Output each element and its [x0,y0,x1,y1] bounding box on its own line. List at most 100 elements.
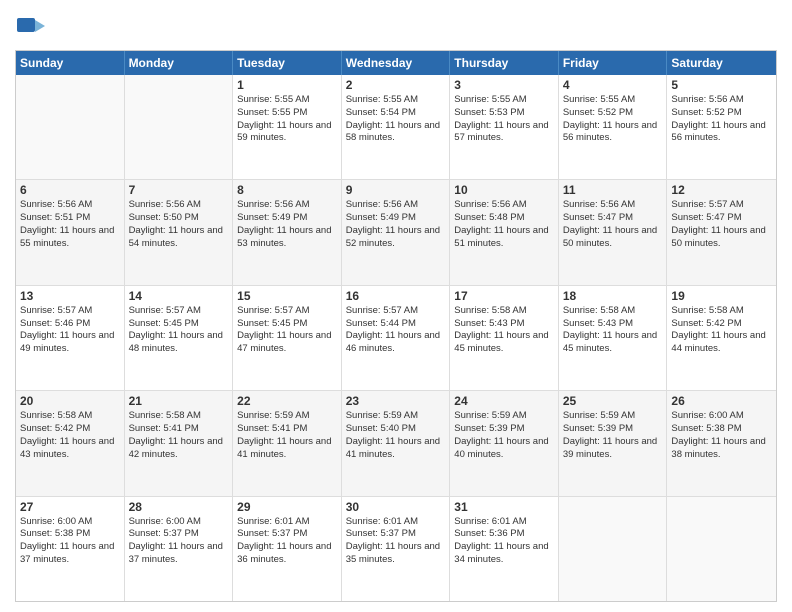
day-number: 21 [129,394,229,408]
weekday-header: Friday [559,51,668,75]
calendar-cell: 15 Sunrise: 5:57 AM Sunset: 5:45 PM Dayli… [233,286,342,390]
calendar-cell: 16 Sunrise: 5:57 AM Sunset: 5:44 PM Dayli… [342,286,451,390]
calendar-cell [667,497,776,601]
day-number: 6 [20,183,120,197]
cell-info: Sunrise: 5:56 AM Sunset: 5:47 PM Dayligh… [563,199,663,250]
cell-info: Sunrise: 5:56 AM Sunset: 5:48 PM Dayligh… [454,199,554,250]
calendar-cell: 23 Sunrise: 5:59 AM Sunset: 5:40 PM Dayli… [342,391,451,495]
calendar: SundayMondayTuesdayWednesdayThursdayFrid… [15,50,777,602]
day-number: 12 [671,183,772,197]
calendar-cell: 21Sunrise: 5:58 AM Sunset: 5:41 PM Dayli… [125,391,234,495]
cell-info: Sunrise: 5:57 AM Sunset: 5:47 PM Dayligh… [671,199,772,250]
calendar-cell: 2Sunrise: 5:55 AM Sunset: 5:54 PM Daylig… [342,75,451,179]
calendar-row: 27 Sunrise: 6:00 AM Sunset: 5:38 PM Dayli… [16,497,776,601]
day-number: 7 [129,183,229,197]
day-number: 9 [346,183,446,197]
cell-info: Sunrise: 6:00 AM Sunset: 5:37 PM Dayligh… [129,516,229,567]
cell-info: Sunrise: 5:59 AM Sunset: 5:39 PM Dayligh… [454,410,554,461]
calendar-cell: 22 Sunrise: 5:59 AM Sunset: 5:41 PM Dayli… [233,391,342,495]
cell-info: Sunrise: 5:56 AM Sunset: 5:51 PM Dayligh… [20,199,120,250]
cell-info: Sunrise: 5:55 AM Sunset: 5:52 PM Dayligh… [563,94,663,145]
weekday-header: Saturday [667,51,776,75]
day-number: 10 [454,183,554,197]
weekday-header: Tuesday [233,51,342,75]
day-number: 27 [20,500,120,514]
day-number: 8 [237,183,337,197]
calendar-cell: 6 Sunrise: 5:56 AM Sunset: 5:51 PM Daylig… [16,180,125,284]
calendar-cell: 4 Sunrise: 5:55 AM Sunset: 5:52 PM Daylig… [559,75,668,179]
cell-info: Sunrise: 5:57 AM Sunset: 5:45 PM Dayligh… [237,305,337,356]
calendar-cell: 29Sunrise: 6:01 AM Sunset: 5:37 PM Dayli… [233,497,342,601]
calendar-cell: 1Sunrise: 5:55 AM Sunset: 5:55 PM Daylig… [233,75,342,179]
weekday-header: Sunday [16,51,125,75]
calendar-row: 1Sunrise: 5:55 AM Sunset: 5:55 PM Daylig… [16,75,776,180]
calendar-cell: 8 Sunrise: 5:56 AM Sunset: 5:49 PM Daylig… [233,180,342,284]
cell-info: Sunrise: 5:55 AM Sunset: 5:53 PM Dayligh… [454,94,554,145]
day-number: 28 [129,500,229,514]
calendar-cell: 26 Sunrise: 6:00 AM Sunset: 5:38 PM Dayli… [667,391,776,495]
day-number: 19 [671,289,772,303]
cell-info: Sunrise: 5:55 AM Sunset: 5:54 PM Dayligh… [346,94,446,145]
cell-info: Sunrise: 5:58 AM Sunset: 5:42 PM Dayligh… [671,305,772,356]
calendar-row: 13 Sunrise: 5:57 AM Sunset: 5:46 PM Dayli… [16,286,776,391]
day-number: 5 [671,78,772,92]
logo [15,10,49,42]
day-number: 18 [563,289,663,303]
header [15,10,777,42]
cell-info: Sunrise: 5:59 AM Sunset: 5:41 PM Dayligh… [237,410,337,461]
day-number: 11 [563,183,663,197]
calendar-cell: 14Sunrise: 5:57 AM Sunset: 5:45 PM Dayli… [125,286,234,390]
day-number: 29 [237,500,337,514]
calendar-cell [559,497,668,601]
cell-info: Sunrise: 5:58 AM Sunset: 5:43 PM Dayligh… [454,305,554,356]
cell-info: Sunrise: 6:01 AM Sunset: 5:37 PM Dayligh… [346,516,446,567]
page: SundayMondayTuesdayWednesdayThursdayFrid… [0,0,792,612]
calendar-cell: 17 Sunrise: 5:58 AM Sunset: 5:43 PM Dayli… [450,286,559,390]
day-number: 15 [237,289,337,303]
day-number: 20 [20,394,120,408]
day-number: 16 [346,289,446,303]
calendar-cell: 27 Sunrise: 6:00 AM Sunset: 5:38 PM Dayli… [16,497,125,601]
day-number: 22 [237,394,337,408]
cell-info: Sunrise: 5:56 AM Sunset: 5:49 PM Dayligh… [346,199,446,250]
calendar-cell: 19 Sunrise: 5:58 AM Sunset: 5:42 PM Dayli… [667,286,776,390]
cell-info: Sunrise: 5:57 AM Sunset: 5:46 PM Dayligh… [20,305,120,356]
cell-info: Sunrise: 5:58 AM Sunset: 5:43 PM Dayligh… [563,305,663,356]
cell-info: Sunrise: 5:58 AM Sunset: 5:42 PM Dayligh… [20,410,120,461]
calendar-header: SundayMondayTuesdayWednesdayThursdayFrid… [16,51,776,75]
calendar-body: 1Sunrise: 5:55 AM Sunset: 5:55 PM Daylig… [16,75,776,601]
cell-info: Sunrise: 6:00 AM Sunset: 5:38 PM Dayligh… [20,516,120,567]
calendar-cell: 12 Sunrise: 5:57 AM Sunset: 5:47 PM Dayli… [667,180,776,284]
cell-info: Sunrise: 5:57 AM Sunset: 5:44 PM Dayligh… [346,305,446,356]
day-number: 30 [346,500,446,514]
calendar-cell: 13 Sunrise: 5:57 AM Sunset: 5:46 PM Dayli… [16,286,125,390]
calendar-cell: 28 Sunrise: 6:00 AM Sunset: 5:37 PM Dayli… [125,497,234,601]
calendar-cell [125,75,234,179]
weekday-header: Thursday [450,51,559,75]
calendar-cell [16,75,125,179]
day-number: 26 [671,394,772,408]
calendar-cell: 31 Sunrise: 6:01 AM Sunset: 5:36 PM Dayli… [450,497,559,601]
calendar-cell: 18 Sunrise: 5:58 AM Sunset: 5:43 PM Dayli… [559,286,668,390]
calendar-row: 6 Sunrise: 5:56 AM Sunset: 5:51 PM Daylig… [16,180,776,285]
cell-info: Sunrise: 5:56 AM Sunset: 5:49 PM Dayligh… [237,199,337,250]
day-number: 13 [20,289,120,303]
calendar-cell: 20 Sunrise: 5:58 AM Sunset: 5:42 PM Dayli… [16,391,125,495]
cell-info: Sunrise: 5:57 AM Sunset: 5:45 PM Dayligh… [129,305,229,356]
cell-info: Sunrise: 5:56 AM Sunset: 5:50 PM Dayligh… [129,199,229,250]
cell-info: Sunrise: 6:00 AM Sunset: 5:38 PM Dayligh… [671,410,772,461]
cell-info: Sunrise: 5:59 AM Sunset: 5:40 PM Dayligh… [346,410,446,461]
cell-info: Sunrise: 5:59 AM Sunset: 5:39 PM Dayligh… [563,410,663,461]
cell-info: Sunrise: 6:01 AM Sunset: 5:36 PM Dayligh… [454,516,554,567]
calendar-cell: 24Sunrise: 5:59 AM Sunset: 5:39 PM Dayli… [450,391,559,495]
day-number: 3 [454,78,554,92]
logo-icon [15,10,47,42]
day-number: 31 [454,500,554,514]
day-number: 17 [454,289,554,303]
day-number: 4 [563,78,663,92]
day-number: 23 [346,394,446,408]
calendar-cell: 25Sunrise: 5:59 AM Sunset: 5:39 PM Dayli… [559,391,668,495]
calendar-cell: 5Sunrise: 5:56 AM Sunset: 5:52 PM Daylig… [667,75,776,179]
calendar-cell: 30 Sunrise: 6:01 AM Sunset: 5:37 PM Dayli… [342,497,451,601]
calendar-row: 20 Sunrise: 5:58 AM Sunset: 5:42 PM Dayli… [16,391,776,496]
